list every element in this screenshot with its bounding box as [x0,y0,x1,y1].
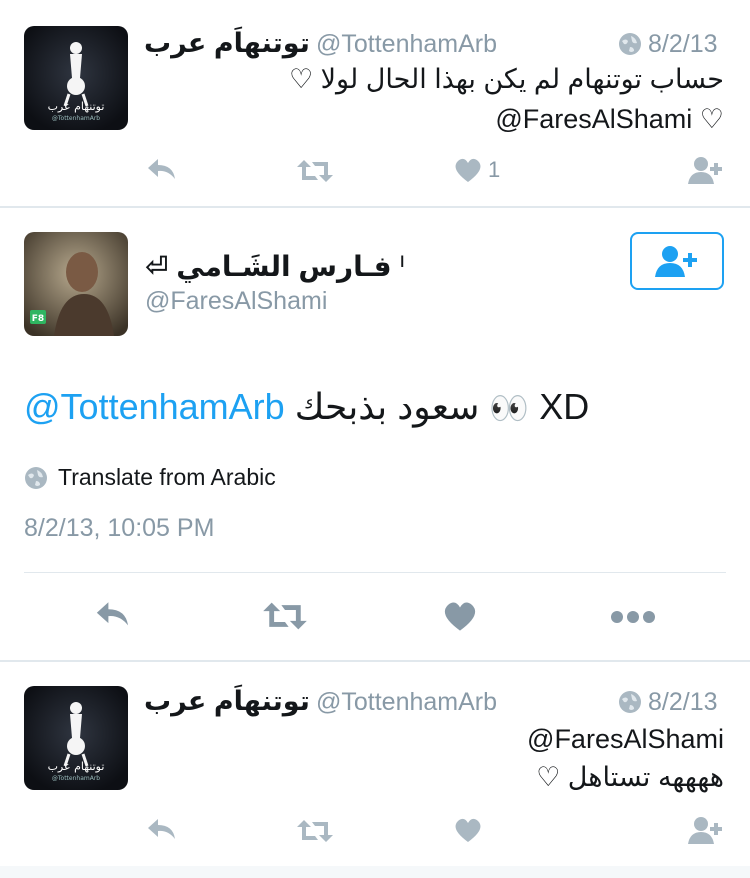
heart-icon [455,158,481,182]
like-button[interactable]: 1 [454,157,500,183]
tweet-text-line-2: ههههه تستاهل ♡ [536,762,724,792]
user-handle[interactable]: @TottenhamArb [316,688,497,717]
reply-icon [148,819,175,839]
retweet-button[interactable] [296,818,334,844]
follow-button[interactable] [630,232,724,290]
follow-icon [688,817,722,844]
display-name[interactable]: توتنهاَم عرب [144,686,310,717]
like-button[interactable] [454,817,482,843]
avatar-logo-text: توتنهام عرب [48,760,105,773]
globe-icon [618,32,642,61]
avatar[interactable]: توتنهام عرب @TottenhamArb [24,686,128,790]
globe-icon [25,466,47,489]
tweet-text-line-1[interactable]: @FaresAlShami [527,724,724,755]
reply-icon [96,602,128,626]
follow-icon [655,246,697,277]
user-handle[interactable]: @TottenhamArb [316,30,497,59]
globe-icon [618,690,642,719]
user-handle[interactable]: @FaresAlShami [145,287,327,316]
display-name[interactable]: توتنهاَم عرب [144,28,310,59]
mention-link[interactable]: @TottenhamArb [24,386,285,427]
divider [24,572,726,573]
tweet-text-tail: XD [539,386,590,427]
svg-text:F8: F8 [32,314,44,324]
display-name[interactable]: ⏎ فـارس الشَـامي ᑊ [145,250,405,283]
tweet-date[interactable]: 8/2/13 [648,688,718,717]
svg-text:@TottenhamArb: @TottenhamArb [52,775,100,782]
translate-label: Translate from Arabic [58,464,276,490]
tweet-reply-2[interactable]: توتنهام عرب @TottenhamArb توتنهاَم عرب @… [0,662,750,866]
name-prefix-glyph: ⏎ [145,251,169,282]
eyes-emoji: 👀 [489,390,530,426]
like-button[interactable] [443,600,477,632]
follow-button[interactable] [688,155,726,185]
retweet-icon [297,160,333,182]
reply-button[interactable] [94,600,132,630]
more-button[interactable] [610,610,656,624]
reply-icon [148,159,175,179]
tweet-date[interactable]: 8/2/13 [648,30,718,59]
tweet-text-arabic: سعود بذبحك [294,386,480,427]
heart-icon [455,818,481,842]
name-suffix-glyph: ᑊ [399,251,405,282]
more-icon [611,611,655,623]
follow-button[interactable] [688,815,726,845]
retweet-button[interactable] [296,158,334,184]
follow-icon [688,157,722,184]
retweet-icon [297,820,333,842]
tweet-text-line-1: حساب توتنهام لم يكن بهذا الحال لولا ♡ [288,64,724,94]
avatar-logo-text: توتنهام عرب [48,100,105,113]
next-tweet-edge [0,866,750,878]
tweet-text-line-2: @FaresAlShami ♡ [495,104,724,134]
tweet-reply-1[interactable]: توتنهام عرب @TottenhamArb توتنهاَم عرب @… [0,0,750,206]
like-count: 1 [488,157,501,182]
retweet-button[interactable] [262,600,308,632]
tweet-text: @TottenhamArb سعود بذبحك 👀 XD [24,386,589,428]
svg-text:@TottenhamArb: @TottenhamArb [52,115,100,122]
heart-icon [444,602,476,631]
reply-button[interactable] [146,157,178,183]
avatar[interactable]: توتنهام عرب @TottenhamArb [24,26,128,130]
reply-button[interactable] [146,817,178,843]
translate-link[interactable]: Translate from Arabic [24,464,276,491]
avatar[interactable]: F8 [24,232,128,336]
retweet-icon [263,602,307,630]
tweet-timestamp: 8/2/13, 10:05 PM [24,514,215,542]
